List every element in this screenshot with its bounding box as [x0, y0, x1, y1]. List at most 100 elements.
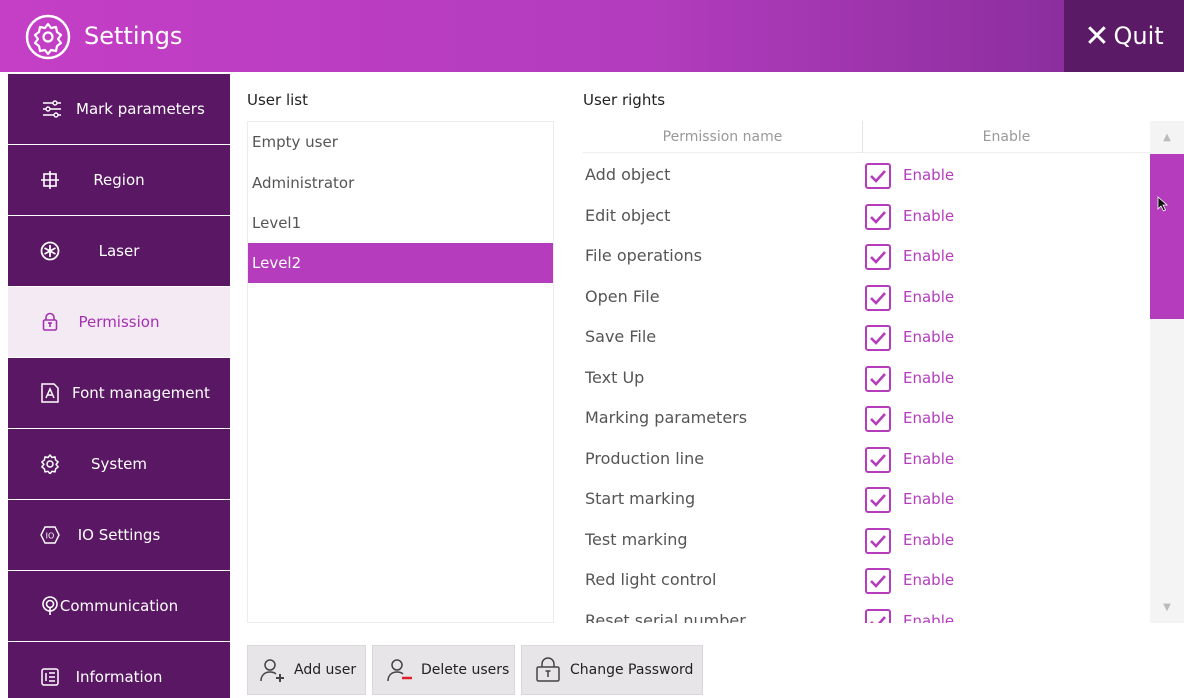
quit-button[interactable]: ✕ Quit — [1064, 0, 1184, 72]
sidebar-item-label: System — [91, 455, 147, 473]
add-user-icon — [260, 659, 284, 682]
change-password-label: Change Password — [570, 662, 694, 678]
sidebar-item-label: Communication — [59, 597, 179, 615]
enable-checkbox[interactable] — [865, 203, 891, 230]
permission-name: Reset serial number — [585, 610, 746, 624]
checkmark-icon — [870, 575, 886, 588]
permission-name: Test marking — [585, 529, 688, 549]
sliders-icon — [43, 100, 61, 118]
user-list-item-selected[interactable]: Level2 — [248, 243, 553, 283]
enable-checkbox[interactable] — [865, 244, 891, 270]
permission-name: Edit object — [585, 205, 671, 225]
checkmark-icon — [870, 494, 886, 507]
settings-gear-icon — [25, 14, 71, 60]
column-header-permission-name: Permission name — [662, 129, 783, 145]
enable-label: Enable — [903, 409, 955, 427]
checkmark-icon — [870, 453, 886, 467]
sidebar-item-label: Mark parameters — [76, 100, 205, 118]
enable-checkbox[interactable] — [865, 487, 891, 513]
table-row: Start marking Enable — [583, 479, 1150, 519]
table-row: Red light control Enable — [583, 560, 1150, 600]
enable-label: Enable — [903, 449, 955, 468]
sidebar-item-system[interactable]: System — [8, 429, 230, 499]
enable-label: Enable — [903, 166, 955, 184]
sidebar-item-label: Region — [93, 171, 145, 189]
sidebar-item-label: Laser — [98, 242, 140, 260]
user-rights-title: User rights — [583, 91, 666, 109]
checkmark-icon — [870, 251, 886, 264]
enable-label: Enable — [903, 530, 955, 549]
delete-users-label: Delete users — [421, 662, 510, 678]
sidebar-item-laser[interactable]: Laser — [8, 216, 230, 286]
checkmark-icon — [870, 615, 886, 623]
user-list-title: User list — [247, 91, 308, 109]
user-list-item[interactable]: Level1 — [248, 203, 553, 243]
enable-checkbox[interactable] — [865, 527, 891, 554]
sidebar-item-io-settings[interactable]: IO IO Settings — [8, 500, 230, 570]
sidebar-item-label: Font management — [72, 384, 210, 402]
checkmark-icon — [870, 372, 886, 386]
enable-label: Enable — [903, 287, 955, 306]
permission-name: Save File — [585, 327, 657, 346]
sidebar: Mark parameters Region Laser Permission … — [0, 72, 230, 698]
permission-name: Add object — [585, 165, 671, 184]
add-user-button[interactable]: Add user — [247, 645, 366, 695]
checkmark-icon — [870, 170, 886, 183]
enable-checkbox[interactable] — [865, 568, 891, 594]
sidebar-item-permission[interactable]: Permission — [8, 287, 230, 357]
sidebar-item-region[interactable]: Region — [8, 145, 230, 215]
enable-checkbox[interactable] — [865, 608, 891, 623]
enable-label: Enable — [903, 368, 955, 387]
checkmark-icon — [870, 534, 886, 548]
table-row: Open File Enable — [583, 277, 1150, 317]
title-bar: Settings ✕ Quit — [0, 0, 1184, 72]
enable-label: Enable — [903, 490, 955, 508]
permission-name: File operations — [585, 246, 703, 265]
table-row: Edit object Enable — [583, 196, 1150, 236]
add-user-label: Add user — [294, 662, 357, 678]
enable-checkbox[interactable] — [865, 163, 891, 189]
enable-checkbox[interactable] — [865, 325, 891, 351]
table-row: Marking parameters Enable — [583, 398, 1150, 438]
sidebar-item-font-management[interactable]: Font management — [8, 358, 230, 428]
user-list-item[interactable]: Empty user — [248, 122, 553, 162]
sidebar-item-information[interactable]: Information — [8, 642, 230, 698]
checkmark-icon — [870, 291, 886, 305]
table-row: Reset serial number Enable — [583, 601, 1150, 624]
user-list: Empty user Administrator Level1 Level2 — [247, 121, 554, 623]
enable-checkbox[interactable] — [865, 446, 891, 473]
sidebar-item-communication[interactable]: Communication — [8, 571, 230, 641]
user-rights-table: Permission name Enable Add object Enable E… — [583, 121, 1184, 623]
enable-checkbox[interactable] — [865, 284, 891, 311]
enable-label: Enable — [903, 611, 955, 624]
enable-checkbox[interactable] — [865, 406, 891, 432]
enable-label: Enable — [903, 247, 955, 265]
sidebar-item-label: Information — [75, 668, 163, 686]
scrollbar-thumb[interactable] — [1150, 154, 1184, 319]
permission-name: Production line — [585, 448, 705, 468]
table-header: Permission name Enable — [583, 121, 1150, 153]
permission-name: Text Up — [585, 367, 645, 387]
enable-label: Enable — [903, 571, 955, 589]
table-row: Production line Enable — [583, 439, 1150, 479]
table-row: Text Up Enable — [583, 358, 1150, 398]
user-list-item[interactable]: Administrator — [248, 163, 553, 203]
enable-checkbox[interactable] — [865, 365, 891, 392]
scroll-down-arrow-icon[interactable]: ▼ — [1150, 591, 1184, 623]
sidebar-item-mark-parameters[interactable]: Mark parameters — [8, 74, 230, 144]
table-row: File operations Enable — [583, 236, 1150, 276]
change-password-button[interactable]: Change Password — [521, 645, 703, 695]
checkmark-icon — [870, 332, 886, 345]
sidebar-item-label: IO Settings — [77, 526, 161, 544]
delete-users-button[interactable]: Delete users — [372, 645, 515, 695]
scroll-up-arrow-icon[interactable]: ▲ — [1150, 121, 1184, 153]
enable-label: Enable — [903, 328, 955, 346]
window-title: Settings — [84, 22, 183, 50]
permission-name: Open File — [585, 286, 660, 306]
table-row: Test marking Enable — [583, 520, 1150, 560]
table-row: Add object Enable — [583, 155, 1150, 195]
sidebar-item-label: Permission — [78, 313, 160, 331]
checkmark-icon — [870, 210, 886, 224]
lock-icon — [536, 657, 560, 682]
column-header-enable: Enable — [982, 129, 1031, 145]
